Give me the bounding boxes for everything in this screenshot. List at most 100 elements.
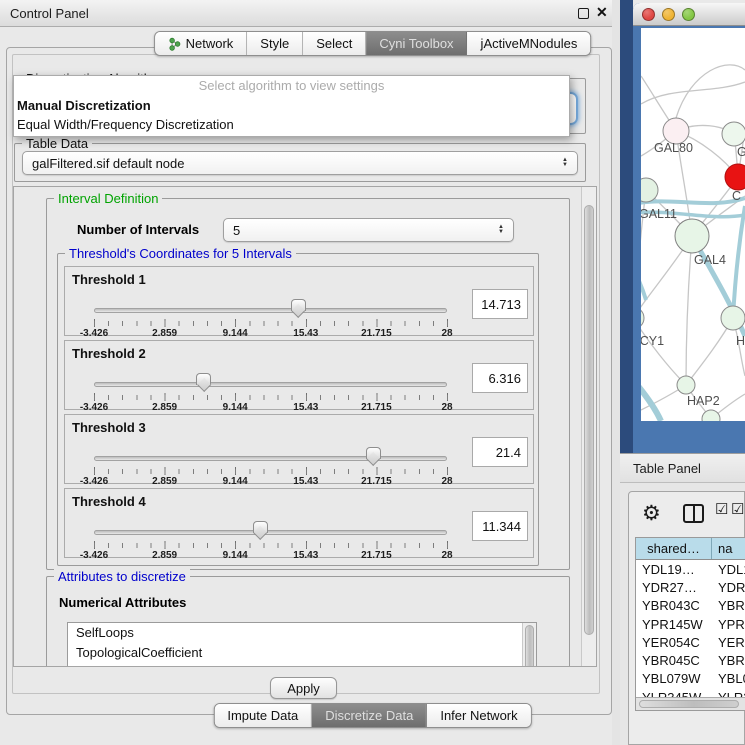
column-header-shared-name[interactable]: shared… (636, 538, 712, 559)
slider-track[interactable] (94, 530, 447, 535)
settings-scroll-pane: Interval Definition Number of Intervals … (13, 186, 597, 667)
settings-scrollbar-thumb[interactable] (584, 205, 594, 635)
number-of-intervals-combobox[interactable]: 5 ▲▼ (223, 218, 514, 242)
network-edge[interactable] (686, 236, 692, 385)
network-canvas[interactable]: GAL80GACGAL11GAL4GCY1HHAP2 (641, 28, 745, 421)
tab-jactivemnodules[interactable]: jActiveMNodules (468, 32, 591, 55)
threshold-3-value-field[interactable]: 21.4 (472, 437, 528, 467)
table-row[interactable]: YBL079W YBL0 (636, 670, 745, 688)
slider-thumb[interactable] (196, 373, 211, 393)
table-horizontal-scrollbar[interactable] (636, 697, 745, 710)
mac-zoom-light[interactable] (682, 8, 695, 21)
attribute-list-item[interactable]: SelfLoops (68, 623, 536, 643)
threshold-2-slider[interactable]: -3.4262.8599.14415.4321.71528 (94, 382, 447, 408)
threshold-1-value-field[interactable]: 14.713 (472, 289, 528, 319)
threshold-1-slider[interactable]: -3.4262.8599.14415.4321.71528 (94, 308, 447, 334)
settings-scrollbar[interactable] (581, 187, 596, 666)
slider-thumb[interactable] (366, 447, 381, 467)
tick-label: 15.43 (293, 550, 318, 561)
tab-network[interactable]: Network (155, 32, 248, 55)
threshold-4-slider[interactable]: -3.4262.8599.14415.4321.71528 (94, 530, 447, 556)
slider-track[interactable] (94, 382, 447, 387)
network-node[interactable] (641, 307, 644, 329)
tab-infer-network[interactable]: Infer Network (427, 704, 530, 727)
float-window-icon[interactable] (578, 8, 589, 19)
group-title: Table Data (22, 136, 92, 151)
table-panel-title: Table Panel (633, 461, 701, 476)
numerical-attributes-list[interactable]: SelfLoops TopologicalCoefficient Between… (67, 622, 537, 667)
split-columns-icon[interactable] (683, 504, 704, 523)
cyni-mode-tabs: Impute Data Discretize Data Infer Networ… (213, 703, 531, 728)
network-node-label: GAL80 (654, 141, 693, 155)
mac-close-light[interactable] (642, 8, 655, 21)
network-node[interactable] (677, 376, 695, 394)
number-of-intervals-label: Number of Intervals (77, 222, 199, 237)
table-row[interactable]: YPR145W YPR1 (636, 615, 745, 633)
network-edge[interactable] (641, 198, 745, 204)
apply-button[interactable]: Apply (270, 677, 337, 699)
checkbox-icon[interactable]: ☑ (715, 500, 728, 518)
node-attribute-table: shared… na YDL19… YDL1 YDR27… YDR2 YBR04… (635, 537, 745, 711)
column-header-name[interactable]: na (712, 538, 745, 559)
network-node[interactable] (675, 219, 709, 253)
attribute-list-item[interactable]: TopologicalCoefficient (68, 643, 536, 663)
threshold-2-value-field[interactable]: 6.316 (472, 363, 528, 393)
slider-track[interactable] (94, 308, 447, 313)
tick-label: 28 (441, 402, 452, 413)
tick-label: 28 (441, 476, 452, 487)
threshold-2-panel: Threshold 2 -3.4262.8599.14415.4321.7152… (64, 340, 534, 410)
threshold-3-slider[interactable]: -3.4262.8599.14415.4321.71528 (94, 456, 447, 482)
list-scrollbar-thumb[interactable] (525, 625, 534, 667)
network-node-label: C (732, 189, 741, 203)
dropdown-option-manual[interactable]: Manual Discretization (14, 96, 569, 115)
attribute-list-item[interactable]: BetweennessCentrality (68, 663, 536, 667)
tick-label: -3.426 (80, 328, 108, 339)
network-node[interactable] (702, 410, 720, 421)
table-row[interactable]: YER054C YER0 (636, 633, 745, 651)
table-panel: ⚙ ☑ ☑ shared… na YDL19… YDL1 YDR27… YDR2… (628, 491, 745, 745)
table-row[interactable]: YDL19… YDL1 (636, 560, 745, 578)
dropdown-hint-item[interactable]: Select algorithm to view settings (14, 76, 569, 96)
threshold-4-value-field[interactable]: 11.344 (472, 511, 528, 541)
slider-thumb[interactable] (291, 299, 306, 319)
tab-select[interactable]: Select (303, 32, 366, 55)
table-toolbar: ⚙ ☑ ☑ (629, 492, 745, 536)
slider-track[interactable] (94, 456, 447, 461)
mac-minimize-light[interactable] (662, 8, 675, 21)
gear-icon[interactable]: ⚙ (642, 495, 661, 533)
slider-minor-ticks (94, 469, 448, 474)
network-edge[interactable] (641, 318, 686, 385)
table-data-combobox[interactable]: galFiltered.sif default node ▲▼ (22, 151, 578, 175)
checkbox-icon[interactable]: ☑ (731, 500, 744, 518)
close-icon[interactable]: ✕ (596, 4, 608, 21)
network-window-titlebar[interactable] (633, 3, 745, 26)
table-hscrollbar-thumb[interactable] (639, 700, 739, 708)
network-node[interactable] (725, 164, 745, 190)
slider-minor-ticks (94, 543, 448, 548)
network-edge[interactable] (733, 206, 745, 318)
tick-label: 9.144 (223, 402, 248, 413)
tick-label: 28 (441, 328, 452, 339)
table-row[interactable]: YDR27… YDR2 (636, 578, 745, 596)
tab-style[interactable]: Style (247, 32, 303, 55)
tick-label: -3.426 (80, 402, 108, 413)
tick-label: 15.43 (293, 328, 318, 339)
slider-thumb[interactable] (253, 521, 268, 541)
tick-label: 15.43 (293, 402, 318, 413)
network-edge[interactable] (641, 268, 646, 300)
tick-label: 9.144 (223, 328, 248, 339)
network-edge[interactable] (641, 380, 661, 421)
network-node[interactable] (721, 306, 745, 330)
threshold-label: Threshold 4 (72, 494, 146, 509)
table-row[interactable]: YBR043C YBR0 (636, 597, 745, 615)
dropdown-option-equal-width[interactable]: Equal Width/Frequency Discretization (14, 115, 569, 134)
tick-label: -3.426 (80, 550, 108, 561)
tab-impute-data[interactable]: Impute Data (214, 704, 312, 727)
table-row[interactable]: YBR045C YBR0 (636, 651, 745, 669)
tab-discretize-data[interactable]: Discretize Data (312, 704, 427, 727)
network-node[interactable] (722, 122, 745, 146)
network-node-label: GAL11 (641, 207, 677, 221)
network-node-label: HAP2 (687, 394, 720, 408)
tab-cyni-toolbox[interactable]: Cyni Toolbox (366, 32, 467, 55)
list-scrollbar[interactable] (522, 623, 536, 667)
